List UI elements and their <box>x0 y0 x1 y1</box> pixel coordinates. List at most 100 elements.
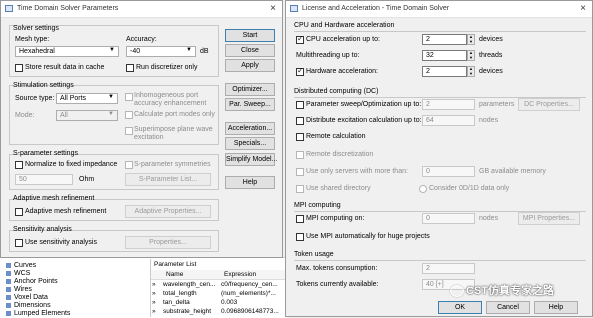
impedance-input[interactable]: 50 <box>15 174 73 185</box>
dialog-title: License and Acceleration - Time Domain S… <box>302 5 450 12</box>
distribute-excitation-unit: nodes <box>479 117 499 124</box>
inhomogeneous-port-label: Inhomogeneous port accuracy enhancement <box>134 92 207 107</box>
hw-accel-checkbox[interactable] <box>296 66 304 76</box>
calc-port-modes-label: Calculate port modes only <box>134 111 215 118</box>
mode-label: Mode: <box>15 112 35 119</box>
dc-properties-button[interactable]: DC Properties... <box>518 98 580 111</box>
dialog-titlebar: Time Domain Solver Parameters × <box>1 1 282 18</box>
max-tokens-input[interactable]: 2 <box>422 263 475 274</box>
calc-port-modes-checkbox[interactable] <box>125 111 133 119</box>
mpi-auto-checkbox[interactable] <box>296 233 304 241</box>
close-icon[interactable]: × <box>580 3 586 14</box>
hw-accel-input[interactable]: 2 <box>422 66 467 77</box>
cpu-accel-spinner[interactable] <box>467 34 475 45</box>
cpu-accel-checkbox[interactable] <box>296 34 304 44</box>
run-discretizer-checkbox[interactable] <box>126 64 134 72</box>
help-button[interactable]: Help <box>225 176 275 189</box>
mesh-type-select[interactable]: Hexahedral ▼ <box>15 46 119 57</box>
tree-item[interactable]: Curves <box>6 262 36 269</box>
dc-section-label: Distributed computing (DC) <box>294 88 379 95</box>
tree-item[interactable]: Dimensions <box>6 302 51 309</box>
table-row[interactable]: » total_length (num_elements)*... <box>152 290 276 297</box>
adaptive-mesh-label: Adaptive mesh refinement <box>13 195 95 202</box>
param-sweep-input[interactable]: 2 <box>422 99 475 110</box>
param-sweep-label: Parameter sweep/Optimization up to: <box>306 101 422 108</box>
apply-button[interactable]: Apply <box>225 59 275 72</box>
remote-discretization-checkbox[interactable] <box>296 151 304 159</box>
use-shared-checkbox[interactable] <box>296 185 304 193</box>
param-icon: » <box>152 290 156 297</box>
mpi-nodes-unit: nodes <box>479 215 499 222</box>
multithreading-spinner[interactable] <box>467 50 475 61</box>
column-expression-header[interactable]: Expression <box>224 271 256 278</box>
mpi-nodes-input[interactable]: 0 <box>422 213 475 224</box>
multithreading-label: Multithreading up to: <box>296 52 360 59</box>
folder-icon <box>6 286 11 292</box>
tree-item[interactable]: WCS <box>6 270 30 277</box>
mpi-properties-button[interactable]: MPI Properties... <box>518 212 580 225</box>
simplify-model-button[interactable]: Simplify Model... <box>225 153 277 166</box>
use-servers-input[interactable]: 0 <box>422 166 475 177</box>
app-icon <box>290 5 298 12</box>
param-icon: » <box>152 308 156 315</box>
column-name-header[interactable]: Name <box>166 271 183 278</box>
run-discretizer-label: Run discretizer only <box>136 64 198 71</box>
distribute-excitation-checkbox[interactable] <box>296 117 304 125</box>
param-sweep-checkbox[interactable] <box>296 101 304 109</box>
mpi-on-checkbox[interactable] <box>296 215 304 223</box>
help-button[interactable]: Help <box>534 301 578 314</box>
normalize-checkbox[interactable] <box>15 161 23 169</box>
acceleration-button[interactable]: Acceleration... <box>225 122 275 135</box>
folder-icon <box>6 310 11 316</box>
source-type-select[interactable]: All Ports ▼ <box>56 93 118 104</box>
sparam-settings-label: S-parameter settings <box>13 150 78 157</box>
mpi-section-label: MPI computing <box>294 202 341 209</box>
distribute-excitation-label: Distribute excitation calculation up to: <box>306 117 422 124</box>
tree-item[interactable]: Anchor Points <box>6 278 58 285</box>
adaptive-properties-button[interactable]: Adaptive Properties... <box>125 205 211 218</box>
consider-0d1d-radio[interactable] <box>419 185 427 193</box>
distribute-excitation-input[interactable]: 64 <box>422 115 475 126</box>
optimizer-button[interactable]: Optimizer... <box>225 83 275 96</box>
remote-calc-checkbox[interactable] <box>296 133 304 141</box>
sparam-list-button[interactable]: S-Parameter List... <box>125 173 211 186</box>
store-result-checkbox[interactable] <box>15 64 23 72</box>
table-row[interactable]: » tan_delta 0.003 <box>152 299 237 306</box>
cpu-accel-unit: devices <box>479 36 503 43</box>
close-button[interactable]: Close <box>225 44 275 57</box>
folder-icon <box>6 278 11 284</box>
mode-select[interactable]: All ▼ <box>56 110 118 121</box>
close-icon[interactable]: × <box>270 3 276 14</box>
max-tokens-label: Max. tokens consumption: <box>296 265 378 272</box>
tree-item[interactable]: Lumped Elements <box>6 310 70 317</box>
dialog-title: Time Domain Solver Parameters <box>17 5 119 12</box>
adaptive-mesh-checkbox[interactable] <box>15 208 23 216</box>
app-icon <box>5 5 13 12</box>
multithreading-input[interactable]: 32 <box>422 50 467 61</box>
par-sweep-button[interactable]: Par. Sweep... <box>225 98 275 111</box>
specials-button[interactable]: Specials... <box>225 137 275 150</box>
tree-item[interactable]: Wires <box>6 286 32 293</box>
use-servers-label: Use only servers with more than: <box>306 168 408 175</box>
wechat-icon <box>450 285 464 298</box>
start-button[interactable]: Start <box>225 29 275 42</box>
store-result-label: Store result data in cache <box>25 64 105 71</box>
token-section-divider <box>294 260 586 261</box>
table-row[interactable]: » substrate_height 0.0968906148773... <box>152 308 279 315</box>
cpu-accel-input[interactable]: 2 <box>422 34 467 45</box>
inhomogeneous-port-checkbox[interactable] <box>125 93 133 101</box>
properties-button[interactable]: Properties... <box>125 236 211 249</box>
table-row[interactable]: » wavelength_cen... c0/frequency_cen... <box>152 281 278 288</box>
tree-item[interactable]: Voxel Data <box>6 294 48 301</box>
chevron-down-icon: ▼ <box>108 111 114 117</box>
sensitivity-checkbox[interactable] <box>15 239 23 247</box>
ok-button[interactable]: OK <box>438 301 482 314</box>
accuracy-select[interactable]: -40 ▼ <box>126 46 196 57</box>
dialog-titlebar: License and Acceleration - Time Domain S… <box>286 1 592 18</box>
use-servers-checkbox[interactable] <box>296 168 304 176</box>
sparam-symmetries-checkbox[interactable] <box>125 161 133 169</box>
superimpose-checkbox[interactable] <box>125 127 133 135</box>
cancel-button[interactable]: Cancel <box>486 301 530 314</box>
hw-accel-spinner[interactable] <box>467 66 475 77</box>
param-icon: » <box>152 281 156 288</box>
